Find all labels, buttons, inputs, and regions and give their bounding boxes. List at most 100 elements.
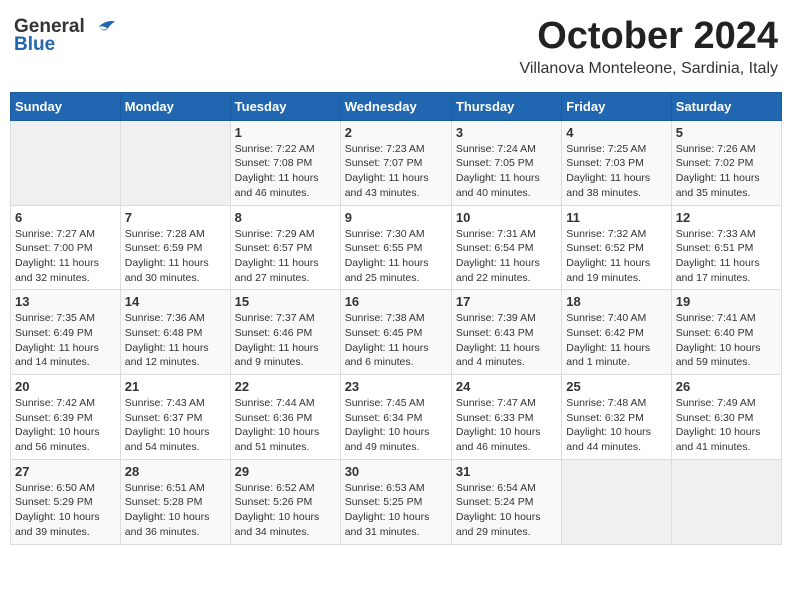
calendar-cell [671,459,781,544]
calendar-cell: 24Sunrise: 7:47 AMSunset: 6:33 PMDayligh… [451,375,561,460]
day-info: Sunrise: 7:33 AMSunset: 6:51 PMDaylight:… [676,227,777,286]
day-info: Sunrise: 6:52 AMSunset: 5:26 PMDaylight:… [235,481,336,540]
day-info: Sunrise: 7:24 AMSunset: 7:05 PMDaylight:… [456,142,557,201]
calendar-cell: 19 Sunrise: 7:41 AMSunset: 6:40 PMDayligh… [671,290,781,375]
col-header-monday: Monday [120,92,230,120]
day-info: Sunrise: 7:37 AMSunset: 6:46 PMDaylight:… [235,311,336,370]
page-header: General Blue October 2024 Villanova Mont… [10,10,782,84]
calendar-cell: 25 Sunrise: 7:48 AMSunset: 6:32 PMDayligh… [562,375,671,460]
day-info: Sunrise: 7:47 AMSunset: 6:33 PMDaylight:… [456,396,557,455]
day-number: 27 [15,464,116,479]
day-info: Sunrise: 7:29 AMSunset: 6:57 PMDaylight:… [235,227,336,286]
day-number: 16 [345,294,447,309]
day-info: Sunrise: 7:48 AMSunset: 6:32 PMDaylight:… [566,396,666,455]
day-number: 18 [566,294,666,309]
day-number: 23 [345,379,447,394]
day-info: Sunrise: 7:26 AMSunset: 7:02 PMDaylight:… [676,142,777,201]
calendar-cell: 30 Sunrise: 6:53 AMSunset: 5:25 PMDayligh… [340,459,451,544]
day-info: Sunrise: 7:42 AMSunset: 6:39 PMDaylight:… [15,396,116,455]
calendar-cell: 9 Sunrise: 7:30 AMSunset: 6:55 PMDaylight… [340,205,451,290]
day-number: 20 [15,379,116,394]
day-number: 30 [345,464,447,479]
calendar-week-3: 13 Sunrise: 7:35 AMSunset: 6:49 PMDayligh… [11,290,782,375]
day-number: 22 [235,379,336,394]
day-info: Sunrise: 7:27 AMSunset: 7:00 PMDaylight:… [15,227,116,286]
month-title: October 2024 [519,16,778,58]
day-number: 28 [125,464,226,479]
day-info: Sunrise: 7:44 AMSunset: 6:36 PMDaylight:… [235,396,336,455]
col-header-thursday: Thursday [451,92,561,120]
day-number: 13 [15,294,116,309]
calendar-cell: 1Sunrise: 7:22 AMSunset: 7:08 PMDaylight… [230,120,340,205]
calendar-body: 1Sunrise: 7:22 AMSunset: 7:08 PMDaylight… [11,120,782,544]
day-info: Sunrise: 7:39 AMSunset: 6:43 PMDaylight:… [456,311,557,370]
col-header-tuesday: Tuesday [230,92,340,120]
day-number: 14 [125,294,226,309]
day-info: Sunrise: 7:41 AMSunset: 6:40 PMDaylight:… [676,311,777,370]
calendar-table: SundayMondayTuesdayWednesdayThursdayFrid… [10,92,782,545]
day-info: Sunrise: 7:43 AMSunset: 6:37 PMDaylight:… [125,396,226,455]
day-info: Sunrise: 7:23 AMSunset: 7:07 PMDaylight:… [345,142,447,201]
day-number: 17 [456,294,557,309]
day-number: 9 [345,210,447,225]
calendar-header-row: SundayMondayTuesdayWednesdayThursdayFrid… [11,92,782,120]
day-info: Sunrise: 6:51 AMSunset: 5:28 PMDaylight:… [125,481,226,540]
col-header-friday: Friday [562,92,671,120]
col-header-wednesday: Wednesday [340,92,451,120]
logo: General Blue [14,16,117,56]
calendar-cell: 26Sunrise: 7:49 AMSunset: 6:30 PMDayligh… [671,375,781,460]
day-number: 11 [566,210,666,225]
day-info: Sunrise: 6:54 AMSunset: 5:24 PMDaylight:… [456,481,557,540]
day-info: Sunrise: 7:45 AMSunset: 6:34 PMDaylight:… [345,396,447,455]
logo-blue: Blue [14,34,55,56]
calendar-cell: 13 Sunrise: 7:35 AMSunset: 6:49 PMDayligh… [11,290,121,375]
day-number: 29 [235,464,336,479]
day-info: Sunrise: 6:50 AMSunset: 5:29 PMDaylight:… [15,481,116,540]
calendar-cell [120,120,230,205]
day-number: 10 [456,210,557,225]
day-number: 25 [566,379,666,394]
calendar-cell: 18 Sunrise: 7:40 AMSunset: 6:42 PMDayligh… [562,290,671,375]
calendar-week-4: 20 Sunrise: 7:42 AMSunset: 6:39 PMDayligh… [11,375,782,460]
calendar-cell: 5 Sunrise: 7:26 AMSunset: 7:02 PMDaylight… [671,120,781,205]
calendar-cell: 14 Sunrise: 7:36 AMSunset: 6:48 PMDayligh… [120,290,230,375]
day-number: 2 [345,125,447,140]
day-number: 4 [566,125,666,140]
logo-bird-icon [89,17,117,37]
day-info: Sunrise: 7:32 AMSunset: 6:52 PMDaylight:… [566,227,666,286]
day-number: 5 [676,125,777,140]
calendar-cell: 10 Sunrise: 7:31 AMSunset: 6:54 PMDayligh… [451,205,561,290]
day-info: Sunrise: 7:25 AMSunset: 7:03 PMDaylight:… [566,142,666,201]
calendar-cell: 29 Sunrise: 6:52 AMSunset: 5:26 PMDayligh… [230,459,340,544]
day-info: Sunrise: 7:40 AMSunset: 6:42 PMDaylight:… [566,311,666,370]
calendar-cell: 8Sunrise: 7:29 AMSunset: 6:57 PMDaylight… [230,205,340,290]
day-number: 12 [676,210,777,225]
calendar-cell: 7Sunrise: 7:28 AMSunset: 6:59 PMDaylight… [120,205,230,290]
title-block: October 2024 Villanova Monteleone, Sardi… [519,16,778,78]
col-header-sunday: Sunday [11,92,121,120]
day-info: Sunrise: 7:28 AMSunset: 6:59 PMDaylight:… [125,227,226,286]
calendar-cell: 11 Sunrise: 7:32 AMSunset: 6:52 PMDayligh… [562,205,671,290]
day-number: 1 [235,125,336,140]
calendar-cell: 12 Sunrise: 7:33 AMSunset: 6:51 PMDayligh… [671,205,781,290]
day-number: 26 [676,379,777,394]
calendar-cell: 21 Sunrise: 7:43 AMSunset: 6:37 PMDayligh… [120,375,230,460]
day-info: Sunrise: 6:53 AMSunset: 5:25 PMDaylight:… [345,481,447,540]
calendar-cell: 16Sunrise: 7:38 AMSunset: 6:45 PMDayligh… [340,290,451,375]
calendar-cell: 20 Sunrise: 7:42 AMSunset: 6:39 PMDayligh… [11,375,121,460]
day-number: 19 [676,294,777,309]
calendar-week-5: 27 Sunrise: 6:50 AMSunset: 5:29 PMDayligh… [11,459,782,544]
calendar-week-1: 1Sunrise: 7:22 AMSunset: 7:08 PMDaylight… [11,120,782,205]
day-info: Sunrise: 7:35 AMSunset: 6:49 PMDaylight:… [15,311,116,370]
day-number: 21 [125,379,226,394]
day-number: 3 [456,125,557,140]
calendar-cell: 28 Sunrise: 6:51 AMSunset: 5:28 PMDayligh… [120,459,230,544]
day-info: Sunrise: 7:36 AMSunset: 6:48 PMDaylight:… [125,311,226,370]
calendar-cell: 27 Sunrise: 6:50 AMSunset: 5:29 PMDayligh… [11,459,121,544]
day-info: Sunrise: 7:30 AMSunset: 6:55 PMDaylight:… [345,227,447,286]
calendar-cell: 22 Sunrise: 7:44 AMSunset: 6:36 PMDayligh… [230,375,340,460]
day-number: 15 [235,294,336,309]
calendar-cell: 23 Sunrise: 7:45 AMSunset: 6:34 PMDayligh… [340,375,451,460]
day-info: Sunrise: 7:31 AMSunset: 6:54 PMDaylight:… [456,227,557,286]
col-header-saturday: Saturday [671,92,781,120]
